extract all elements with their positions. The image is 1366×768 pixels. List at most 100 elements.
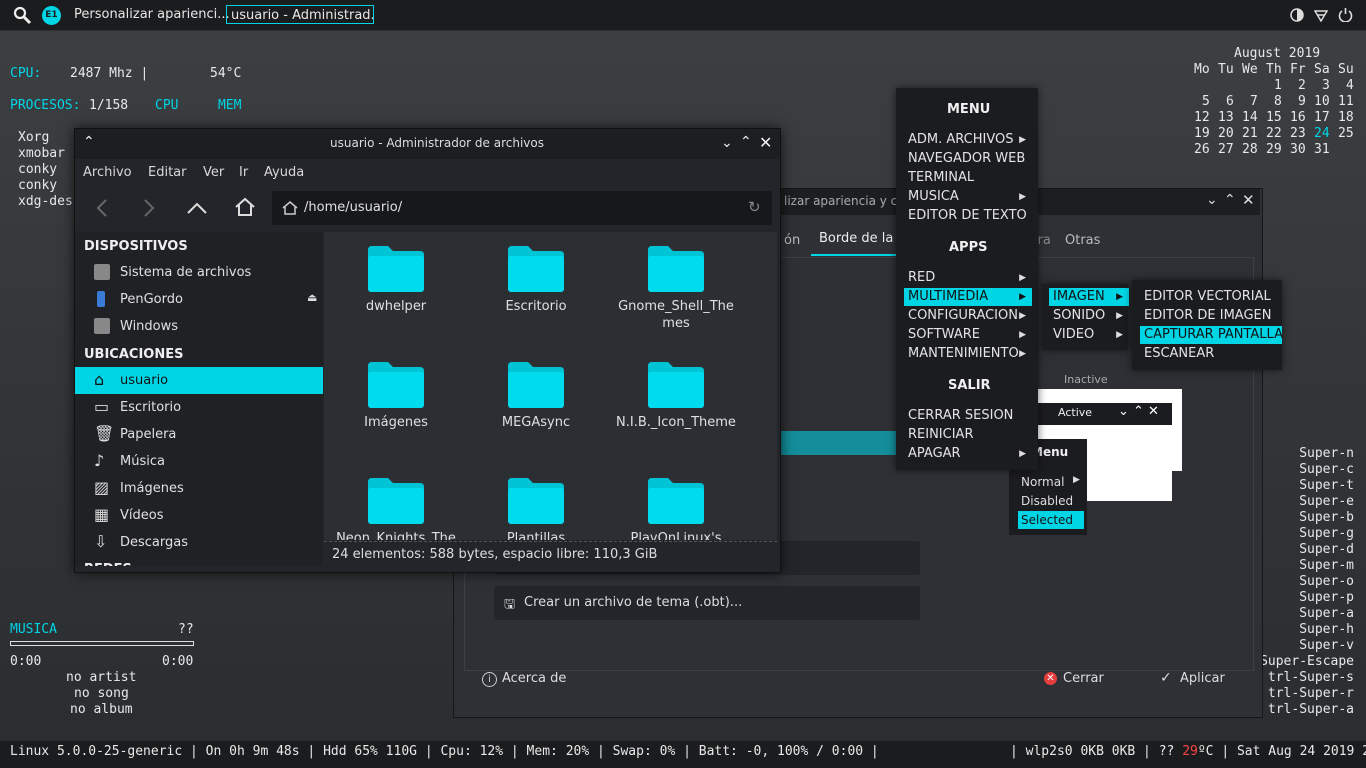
sidebar-item-place[interactable]: ▭ Escritorio — [75, 394, 323, 421]
calendar-weekday: Sa — [1314, 62, 1330, 77]
menu-header-salir: SALIR — [948, 378, 991, 393]
info-icon: i — [482, 672, 497, 687]
taskbar-item-appearance[interactable]: Personalizar aparienci... — [74, 7, 230, 22]
folder-item[interactable]: Neon_Knights_The — [336, 464, 456, 540]
multimedia-item[interactable]: IMAGEN ▶ — [1049, 288, 1129, 306]
folder-item[interactable]: Gnome_Shell_The mes — [616, 232, 736, 342]
salir-item[interactable]: APAGAR ▶ — [904, 445, 1032, 463]
menu-item[interactable]: EDITOR DE TEXTO — [904, 207, 1032, 225]
apps-item[interactable]: SOFTWARE ▶ — [904, 326, 1032, 344]
menu-item[interactable]: MUSICA ▶ — [904, 188, 1032, 206]
home-icon[interactable] — [234, 197, 256, 217]
devices-header: DISPOSITIVOS — [84, 239, 188, 254]
music-progress-bar — [10, 641, 194, 646]
disk-icon — [94, 318, 110, 334]
sidebar-item-place[interactable]: ⇩ Descargas — [75, 529, 323, 556]
sidebar-item-device[interactable]: Sistema de archivos — [75, 259, 323, 286]
check-icon: ✓ — [1160, 670, 1172, 686]
shortcut-item: Super-e — [1299, 494, 1354, 509]
folder-item[interactable]: Imágenes — [336, 348, 456, 458]
menu-ir[interactable]: Ir — [239, 165, 248, 180]
sidebar-item-place[interactable]: ♪ Música — [75, 448, 323, 475]
folder-item[interactable]: N.I.B._Icon_Theme — [616, 348, 736, 458]
menu-item[interactable]: NAVEGADOR WEB — [904, 150, 1032, 168]
folder-icon — [648, 246, 704, 292]
folder-item[interactable]: MEGAsync — [476, 348, 596, 458]
menu-archivo[interactable]: Archivo — [83, 165, 132, 180]
music-artist: no artist — [66, 670, 137, 685]
calendar-day: 26 — [1194, 142, 1210, 157]
path-input[interactable]: /home/usuario/ — [304, 200, 402, 215]
back-icon[interactable] — [95, 199, 109, 217]
tab-other[interactable]: Otras — [1065, 233, 1100, 248]
folder-item[interactable]: Escritorio — [476, 232, 596, 342]
desktop-icon: ▭ — [94, 397, 110, 416]
maximize-icon[interactable]: ⌃ — [740, 134, 752, 150]
calendar-day: 14 — [1242, 110, 1258, 125]
menu-ver[interactable]: Ver — [203, 165, 224, 180]
system-status: Linux 5.0.0-25-generic | On 0h 9m 48s | … — [10, 744, 879, 759]
calendar-day: 22 — [1266, 126, 1282, 141]
close-icon[interactable]: ✕ — [759, 133, 772, 152]
sidebar-item-place[interactable]: ▨ Imágenes — [75, 475, 323, 502]
power-icon[interactable] — [1338, 7, 1353, 22]
imagen-item[interactable]: CAPTURAR PANTALLA — [1140, 326, 1283, 344]
fm-titlebar[interactable]: ⌃ usuario - Administrador de archivos ⌄ … — [75, 129, 780, 159]
menu-item[interactable]: ADM. ARCHIVOS ▶ — [904, 131, 1032, 149]
process-item: Xorg — [18, 130, 50, 145]
imagen-item[interactable]: EDITOR DE IMAGEN — [1140, 307, 1282, 325]
sidebar-item-place[interactable]: 🗑 Papelera — [75, 421, 323, 448]
calendar-day: 9 — [1298, 94, 1306, 109]
close-button[interactable]: ✕ Cerrar — [1040, 669, 1130, 693]
forward-icon[interactable] — [142, 199, 156, 217]
about-button[interactable]: i Acerca de — [474, 669, 598, 693]
calendar-weekday: Mo — [1194, 62, 1210, 77]
apply-button[interactable]: ✓ Aplicar — [1158, 669, 1248, 693]
apps-item[interactable]: MANTENIMIENTO ▶ — [904, 345, 1032, 363]
taskbar-item-filemanager[interactable]: usuario - Administrad... — [226, 5, 374, 24]
file-manager-window: ⌃ usuario - Administrador de archivos ⌄ … — [74, 128, 781, 573]
apps-item[interactable]: RED ▶ — [904, 269, 1032, 287]
create-theme-button[interactable]: 🖫 Crear un archivo de tema (.obt)... — [494, 586, 920, 620]
folder-item[interactable]: Plantillas — [476, 464, 596, 540]
workspace-indicator[interactable]: E1 — [42, 6, 61, 25]
calendar-day: 28 — [1242, 142, 1258, 157]
up-icon[interactable] — [187, 201, 207, 215]
salir-item[interactable]: REINICIAR — [904, 426, 1032, 444]
network-icon[interactable] — [1314, 8, 1328, 22]
shortcut-item: Super-d — [1299, 542, 1354, 557]
musica-status: ?? — [178, 622, 194, 637]
maximize-icon[interactable]: ⌃ — [1224, 192, 1236, 208]
reload-icon[interactable]: ↻ — [748, 198, 761, 216]
folder-item[interactable]: dwhelper — [336, 232, 456, 342]
tab-partial[interactable]: ón — [784, 233, 800, 248]
path-bar[interactable]: /home/usuario/ ↻ — [272, 191, 772, 225]
process-item: xdg-des — [18, 194, 73, 209]
sidebar-item-place[interactable]: ▦ Vídeos — [75, 502, 323, 529]
minimize-icon[interactable]: ⌄ — [721, 135, 733, 151]
save-icon: 🖫 — [504, 597, 516, 612]
search-icon[interactable] — [13, 6, 32, 25]
apps-item[interactable]: MULTIMEDIA ▶ — [904, 288, 1032, 306]
sidebar-item-place[interactable]: ⌂ usuario — [75, 367, 323, 394]
imagen-item[interactable]: ESCANEAR — [1140, 345, 1282, 363]
sidebar-item-device[interactable]: PenGordo ⏏ — [75, 286, 323, 313]
contrast-icon[interactable] — [1290, 8, 1304, 22]
multimedia-item[interactable]: SONIDO ▶ — [1049, 307, 1129, 325]
multimedia-item[interactable]: VIDEO ▶ — [1049, 326, 1129, 344]
folder-item[interactable]: PlayOnLinux's — [616, 464, 736, 540]
salir-item[interactable]: CERRAR SESION — [904, 407, 1032, 425]
sidebar-item-device[interactable]: Windows — [75, 313, 323, 340]
imagen-item[interactable]: EDITOR VECTORIAL — [1140, 288, 1282, 306]
menu-item[interactable]: TERMINAL — [904, 169, 1032, 187]
shortcut-item: Super-n — [1299, 446, 1354, 461]
minimize-icon[interactable]: ⌄ — [1206, 192, 1218, 208]
shade-icon[interactable]: ⌃ — [83, 134, 95, 150]
submenu-arrow-icon: ▶ — [1019, 292, 1026, 302]
menu-ayuda[interactable]: Ayuda — [264, 165, 304, 180]
eject-icon[interactable]: ⏏ — [307, 291, 317, 304]
calendar-day: 20 — [1218, 126, 1234, 141]
apps-item[interactable]: CONFIGURACION ▶ — [904, 307, 1032, 325]
menu-editar[interactable]: Editar — [148, 165, 187, 180]
close-icon[interactable]: ✕ — [1242, 191, 1255, 209]
